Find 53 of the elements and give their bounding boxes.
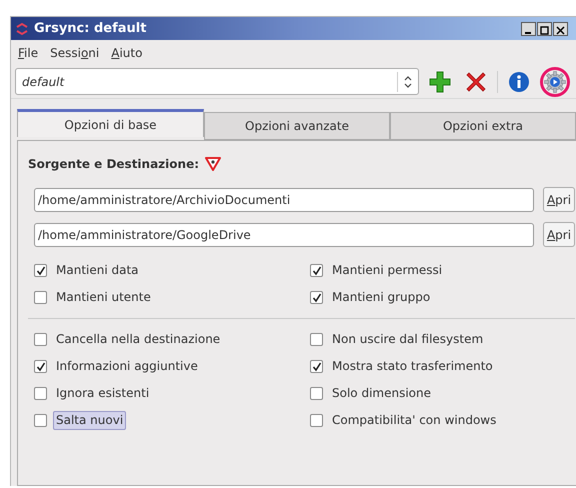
checkbox[interactable]	[310, 360, 323, 373]
open-button[interactable]: Apri	[543, 187, 575, 212]
checkbox[interactable]	[34, 414, 47, 427]
check-icon	[312, 362, 322, 372]
checkbox-label: Non uscire dal filesystem	[331, 331, 484, 348]
session-name: default	[21, 74, 66, 90]
checkbox-label: Salta nuovi	[53, 411, 126, 430]
checkbox[interactable]	[310, 264, 323, 277]
help-icon	[205, 157, 221, 171]
gear-icon	[544, 70, 566, 92]
checkbox[interactable]	[34, 360, 47, 373]
check-icon	[312, 292, 322, 302]
minimize-icon[interactable]	[521, 22, 536, 36]
checkbox-label: Compatibilita' con windows	[331, 412, 498, 429]
path-field[interactable]: /home/amministratore/ArchivioDocumenti	[34, 188, 534, 212]
checkbox-label: Mantieni permessi	[331, 262, 444, 279]
check-icon	[36, 362, 46, 372]
check-icon	[36, 266, 46, 276]
checkbox[interactable]	[34, 387, 47, 400]
checkbox-label: Mantieni data	[55, 262, 140, 279]
tab[interactable]: Opzioni extra	[390, 112, 576, 140]
checkbox[interactable]	[310, 291, 323, 304]
info-icon	[508, 70, 530, 92]
checkbox-label: Informazioni aggiuntive	[55, 358, 199, 375]
path-field[interactable]: /home/amministratore/GoogleDrive	[34, 222, 534, 246]
session-combo[interactable]: default	[15, 68, 419, 95]
checkbox-label: Cancella nella destinazione	[55, 331, 222, 348]
menu-item[interactable]: File	[18, 44, 38, 62]
checkbox[interactable]	[34, 291, 47, 304]
run-button[interactable]	[540, 66, 570, 96]
checkbox[interactable]	[34, 333, 47, 346]
checkbox-label: Mantieni utente	[55, 289, 152, 306]
checkbox[interactable]	[310, 333, 323, 346]
checkbox-label: Mantieni gruppo	[331, 289, 432, 306]
checkbox[interactable]	[310, 414, 323, 427]
tab[interactable]: Opzioni di base	[17, 109, 204, 137]
checkbox[interactable]	[34, 264, 47, 277]
window-title: Grsync: default	[34, 20, 146, 38]
open-button[interactable]: Apri	[543, 222, 575, 247]
plus-icon	[428, 70, 452, 94]
check-icon	[312, 266, 322, 276]
tab[interactable]: Opzioni avanzate	[204, 112, 390, 140]
menu-item[interactable]: Sessioni	[50, 44, 100, 62]
menu-item[interactable]: Aiuto	[111, 44, 142, 62]
checkbox-label: Ignora esistenti	[55, 385, 150, 402]
checkbox-label: Solo dimensione	[331, 385, 432, 402]
section-label: Sorgente e Destinazione:	[28, 156, 199, 173]
close-icon	[465, 70, 487, 92]
checkbox-label: Mostra stato trasferimento	[331, 358, 494, 375]
sync-icon	[15, 22, 29, 36]
close-icon[interactable]	[553, 22, 568, 36]
maximize-icon[interactable]	[537, 22, 552, 36]
checkbox[interactable]	[310, 387, 323, 400]
